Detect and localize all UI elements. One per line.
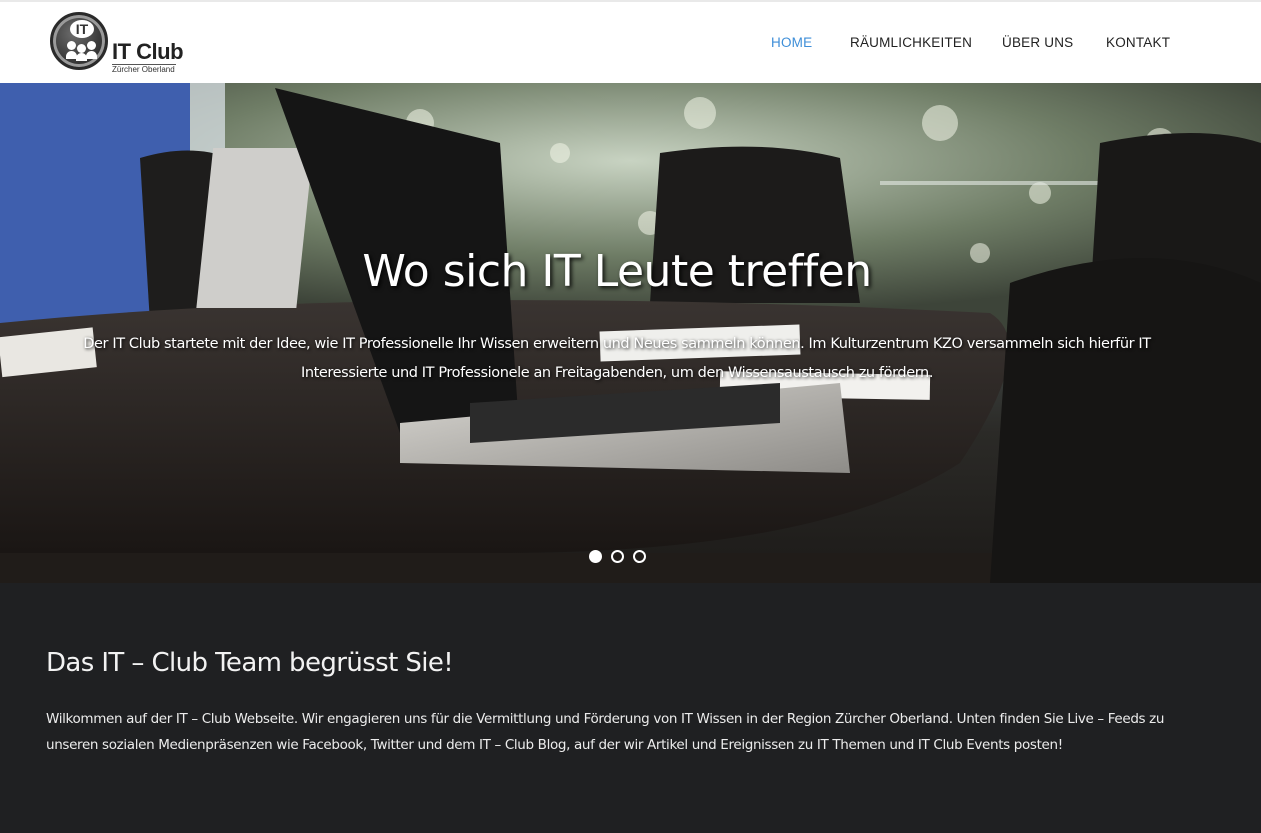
nav-raeumlichkeiten[interactable]: RÄUMLICHKEITEN [850, 35, 972, 50]
slide-dot-3[interactable] [633, 550, 646, 563]
logo-subtitle: Zürcher Oberland [112, 65, 175, 74]
main-nav: HOME RÄUMLICHKEITEN ÜBER UNS KONTAKT [0, 35, 1261, 51]
hero-description: Der IT Club startete mit der Idee, wie I… [83, 336, 1151, 381]
slide-dot-1[interactable] [589, 550, 602, 563]
nav-kontakt[interactable]: KONTAKT [1106, 35, 1170, 50]
hero-slider[interactable]: Wo sich IT Leute treffen Der IT Club sta… [0, 83, 1261, 583]
welcome-section: Das IT – Club Team begrüsst Sie! Wilkomm… [0, 583, 1261, 833]
hero-title: Wo sich IT Leute treffen [362, 246, 872, 297]
site-header: IT IT Club Zürcher Oberland HOME RÄUMLIC… [0, 2, 1261, 83]
nav-ueber-uns[interactable]: ÜBER UNS [1002, 35, 1073, 50]
welcome-paragraph: Wilkommen auf der IT – Club Webseite. Wi… [46, 711, 1165, 753]
slide-dot-2[interactable] [611, 550, 624, 563]
nav-home[interactable]: HOME [771, 35, 812, 50]
welcome-heading: Das IT – Club Team begrüsst Sie! [46, 648, 454, 678]
